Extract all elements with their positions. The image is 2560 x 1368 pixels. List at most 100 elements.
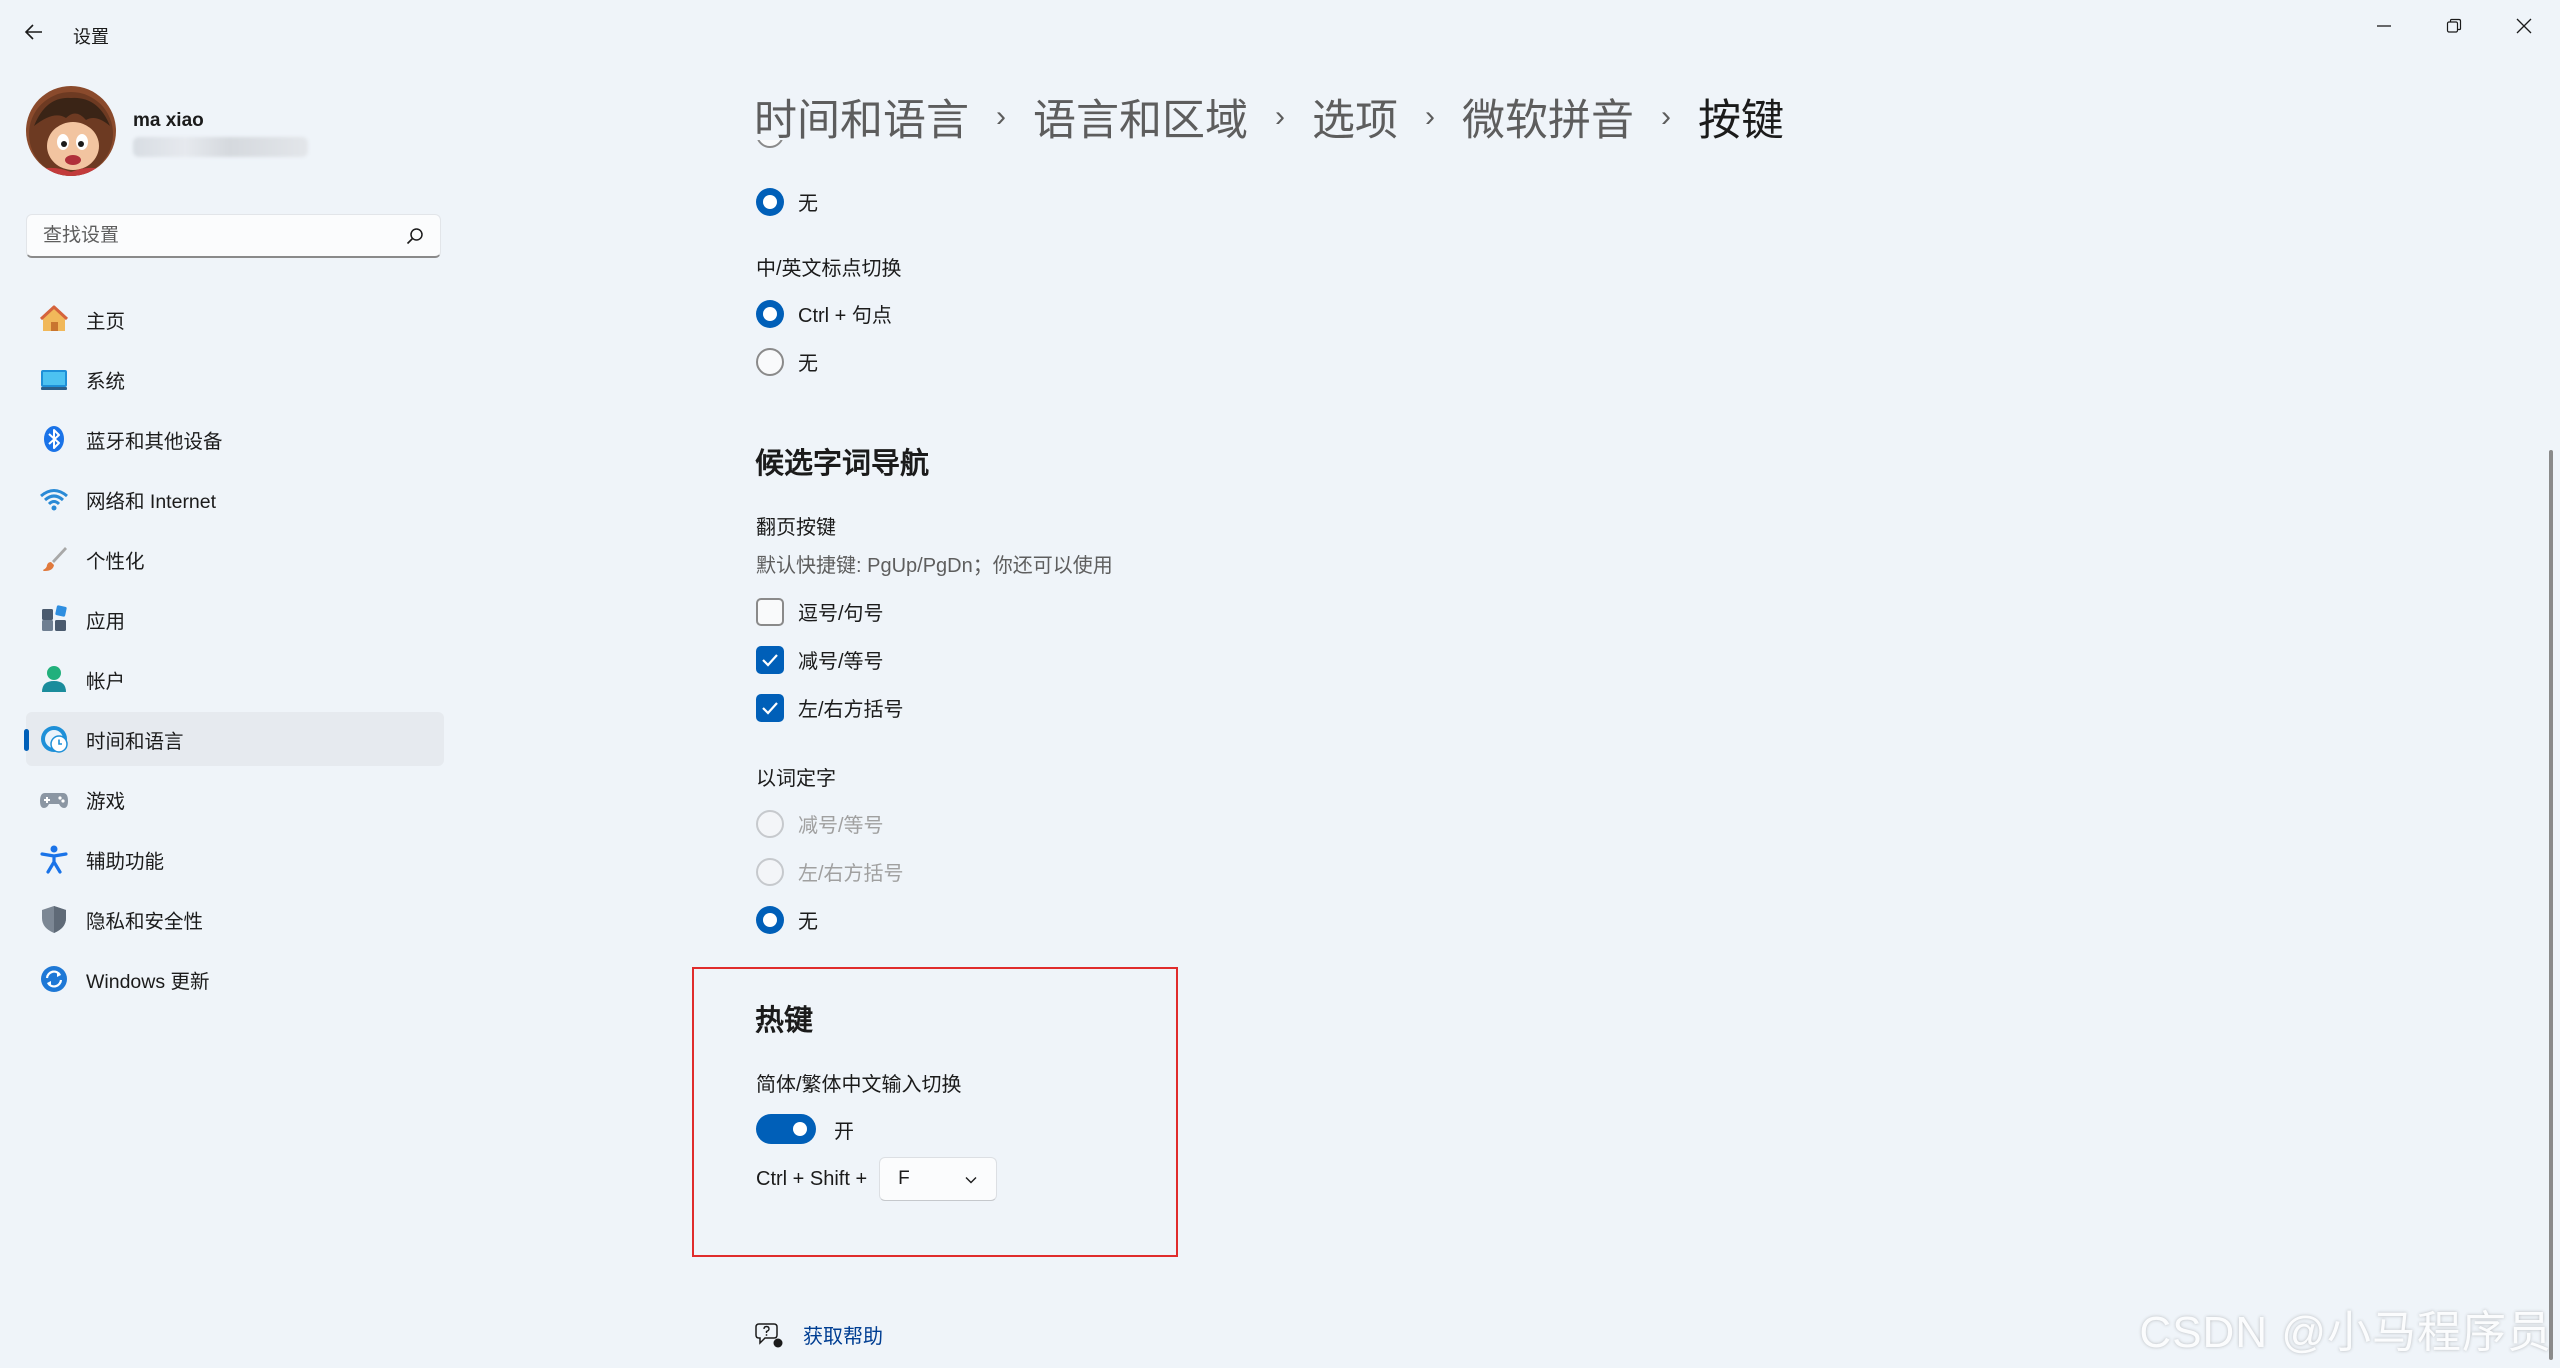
sidebar-item-label: 时间和语言 [86, 730, 184, 753]
close-icon [2516, 18, 2532, 34]
sidebar-item-time-language[interactable]: 时间和语言 [24, 712, 444, 766]
breadcrumb-separator: › [1425, 100, 1435, 133]
sidebar-item-label: 帐户 [86, 670, 126, 693]
page-title: 按键 [1698, 97, 1784, 145]
minimize-button[interactable] [2356, 6, 2412, 46]
sidebar-item-label: 系统 [86, 370, 126, 393]
search-icon[interactable] [406, 227, 424, 245]
radio-minus-equal [756, 809, 784, 838]
radio-label: 无 [798, 911, 818, 933]
restore-icon [2446, 18, 2462, 33]
clipped-radio-previous [756, 140, 784, 148]
watermark: CSDN @小马程序员 [2139, 1308, 2552, 1357]
sidebar-item-bluetooth[interactable]: 蓝牙和其他设备 [26, 412, 444, 466]
profile-name: ma xiao [133, 110, 204, 131]
section-heading-candidate-nav: 候选字词导航 [755, 448, 930, 480]
sidebar-item-label: 游戏 [86, 790, 126, 813]
radio-label: 减号/等号 [798, 815, 884, 837]
sidebar-item-accounts[interactable]: 帐户 [26, 652, 444, 706]
punct-option-none[interactable]: 无 [756, 347, 818, 376]
radio-label: 无 [798, 193, 818, 215]
radio-none[interactable] [756, 187, 784, 216]
sidebar-item-gaming[interactable]: 游戏 [26, 772, 444, 826]
sidebar-item-system[interactable]: 系统 [26, 352, 444, 406]
radio-none[interactable] [756, 347, 784, 376]
minimize-icon [2377, 25, 2391, 27]
select-word-title: 以词定字 [756, 768, 836, 790]
page-key-brackets[interactable]: 左/右方括号 [756, 693, 904, 722]
section-heading-hotkeys: 热键 [755, 1005, 814, 1037]
sidebar-item-personalization[interactable]: 个性化 [26, 532, 444, 586]
app-title: 设置 [73, 27, 109, 47]
breadcrumb-separator: › [996, 100, 1006, 133]
close-button[interactable] [2496, 6, 2552, 46]
radio-none[interactable] [756, 905, 784, 934]
scrollbar[interactable] [2549, 450, 2553, 1360]
breadcrumb-item-options[interactable]: 选项 [1312, 86, 1398, 148]
page-key-comma-period[interactable]: 逗号/句号 [756, 597, 884, 626]
radio-ctrl-period[interactable] [756, 299, 784, 328]
breadcrumb-separator: › [1661, 100, 1671, 133]
sidebar-item-privacy[interactable]: 隐私和安全性 [26, 892, 444, 946]
hotkey-switch-title: 简体/繁体中文输入切换 [756, 1074, 962, 1096]
checkbox-label: 左/右方括号 [798, 699, 904, 721]
sidebar-item-label: 主页 [86, 310, 126, 333]
sidebar-item-label: 蓝牙和其他设备 [86, 430, 223, 453]
sidebar-item-label: 辅助功能 [86, 850, 165, 873]
search-input[interactable] [41, 223, 385, 248]
home-icon [38, 303, 70, 335]
radio-brackets [756, 857, 784, 886]
sidebar-item-apps[interactable]: 应用 [26, 592, 444, 646]
sidebar-item-network[interactable]: 网络和 Internet [26, 472, 444, 526]
search-box[interactable] [26, 214, 441, 258]
breadcrumb-separator: › [1275, 100, 1285, 133]
select-word-none[interactable]: 无 [756, 905, 818, 934]
gamepad-icon [38, 783, 70, 815]
sidebar-item-windows-update[interactable]: Windows 更新 [26, 952, 444, 1006]
checkbox-comma-period[interactable] [756, 597, 784, 626]
hotkey-toggle-row[interactable]: 开 [756, 1114, 854, 1144]
page-keys-description: 默认快捷键: PgUp/PgDn；你还可以使用 [756, 555, 1113, 577]
prev-option-none[interactable]: 无 [756, 187, 818, 216]
page-keys-title: 翻页按键 [756, 517, 836, 539]
dropdown-value: F [898, 1168, 910, 1189]
sidebar-item-home[interactable]: 主页 [26, 292, 444, 346]
apps-icon [38, 603, 70, 635]
page-key-minus-equal[interactable]: 减号/等号 [756, 645, 884, 674]
checkbox-label: 逗号/句号 [798, 603, 884, 625]
checkmark-icon [762, 653, 778, 667]
sidebar-item-label: 个性化 [86, 550, 145, 573]
breadcrumb-item-language-region[interactable]: 语言和区域 [1033, 86, 1248, 148]
back-button[interactable] [22, 20, 46, 44]
chevron-down-icon [965, 1177, 977, 1184]
hotkey-shortcut-row: Ctrl + Shift + F [756, 1157, 998, 1201]
update-icon [38, 963, 70, 995]
time-language-icon [38, 723, 70, 755]
wifi-icon [38, 483, 70, 515]
radio-label: Ctrl + 句点 [798, 305, 892, 327]
checkbox-minus-equal[interactable] [756, 645, 784, 674]
select-word-brackets: 左/右方括号 [756, 857, 904, 886]
account-icon [38, 663, 70, 695]
sidebar-item-accessibility[interactable]: 辅助功能 [26, 832, 444, 886]
sidebar-item-label: 网络和 Internet [86, 490, 217, 513]
checkbox-label: 减号/等号 [798, 651, 884, 673]
hotkey-toggle-switch[interactable] [756, 1114, 816, 1144]
checkbox-brackets[interactable] [756, 693, 784, 722]
sidebar-item-label: Windows 更新 [86, 970, 210, 993]
punct-switch-title: 中/英文标点切换 [756, 258, 902, 280]
breadcrumb-item-microsoft-pinyin[interactable]: 微软拼音 [1462, 86, 1634, 148]
accessibility-icon [38, 843, 70, 875]
breadcrumb-item-time-language[interactable]: 时间和语言 [754, 86, 969, 148]
checkmark-icon [762, 701, 778, 715]
restore-button[interactable] [2426, 6, 2482, 46]
avatar[interactable] [26, 86, 116, 176]
help-chat-icon [755, 1322, 783, 1347]
sidebar-item-label: 应用 [86, 610, 126, 633]
get-help-label: 获取帮助 [803, 1326, 883, 1348]
system-icon [38, 363, 70, 395]
punct-option-ctrl-period[interactable]: Ctrl + 句点 [756, 299, 892, 328]
radio-label: 左/右方括号 [798, 863, 904, 885]
shortcut-key-dropdown[interactable]: F [879, 1157, 998, 1201]
get-help-link[interactable]: 获取帮助 [755, 1320, 883, 1349]
